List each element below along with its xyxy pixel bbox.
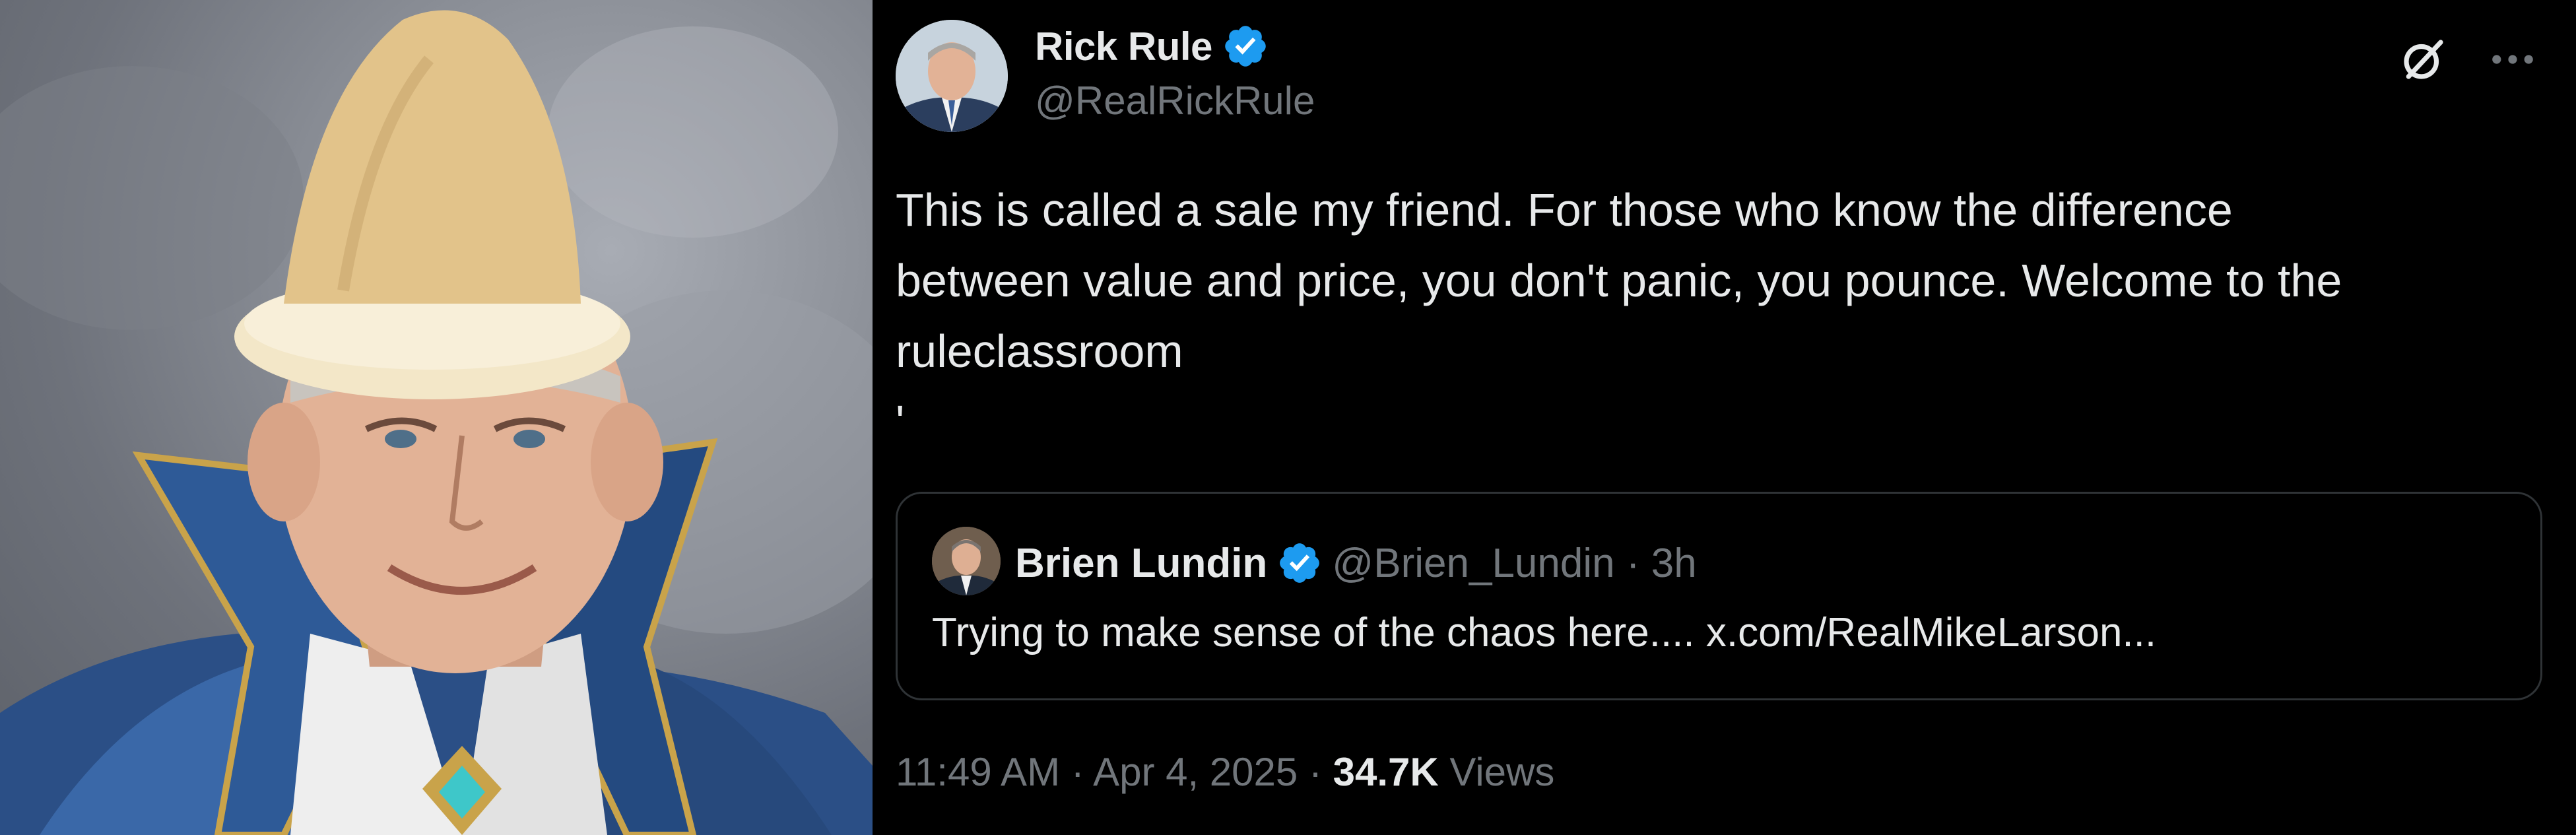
portrait-image [0, 0, 873, 835]
verified-badge-icon [1225, 26, 1266, 67]
author-name[interactable]: Rick Rule [1035, 24, 1212, 69]
tweet-text: This is called a sale my friend. For tho… [896, 184, 2342, 448]
quoted-tweet[interactable]: Brien Lundin @Brien_Lundin · 3h Trying t… [896, 492, 2542, 700]
tweet-card: Rick Rule @RealRickRule This is called a… [873, 0, 2576, 835]
tweet-footer: 11:49 AM · Apr 4, 2025 · 34.7K Views [896, 749, 1554, 795]
tweet-timestamp[interactable]: 11:49 AM · Apr 4, 2025 · [896, 750, 1333, 794]
grok-icon[interactable] [2394, 30, 2453, 89]
more-icon[interactable] [2483, 36, 2542, 83]
verified-badge-icon [1280, 543, 1320, 583]
quoted-author-avatar[interactable] [932, 527, 1001, 595]
quoted-text: Trying to make sense of the chaos here..… [932, 610, 2157, 655]
views-count[interactable]: 34.7K [1333, 750, 1439, 794]
views-label: Views [1438, 750, 1555, 794]
quoted-author-name[interactable]: Brien Lundin [1015, 540, 1267, 587]
author-name-row: Rick Rule [1035, 20, 1269, 73]
quoted-handle-time[interactable]: @Brien_Lundin · 3h [1332, 540, 1696, 587]
author-handle[interactable]: @RealRickRule [1035, 78, 1315, 123]
author-avatar[interactable] [896, 20, 1008, 132]
quoted-header: Brien Lundin @Brien_Lundin · 3h [1015, 530, 1697, 596]
